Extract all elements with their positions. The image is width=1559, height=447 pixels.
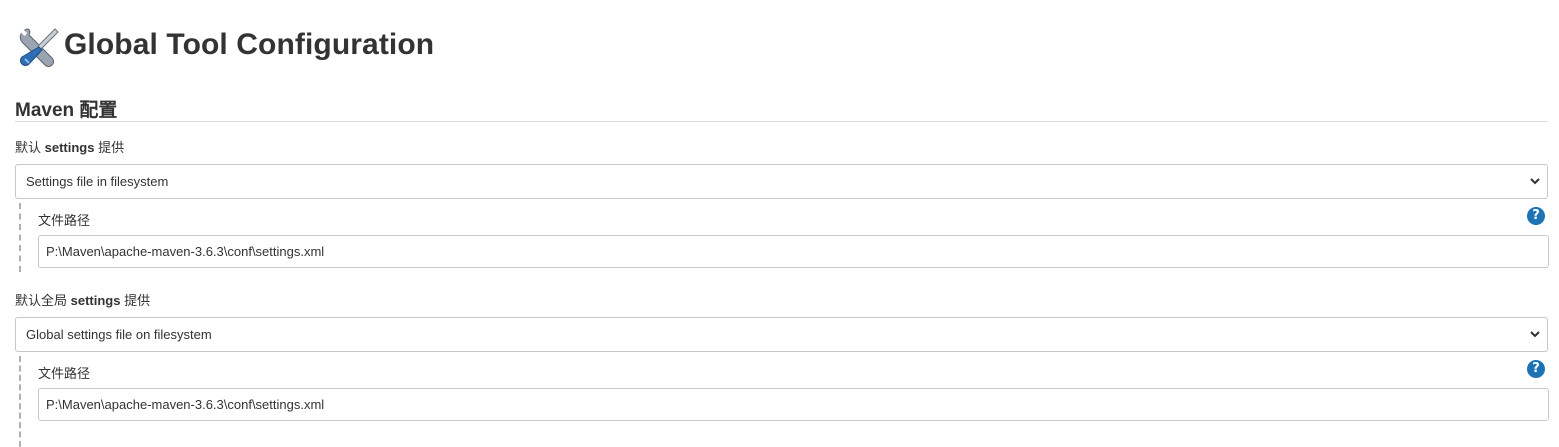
default-settings-selected-value: Settings file in filesystem <box>26 174 169 189</box>
global-settings-path-label: 文件路径 <box>38 366 91 381</box>
default-settings-path-input[interactable] <box>38 235 1549 268</box>
page-title: Global Tool Configuration <box>64 28 435 61</box>
default-settings-label: 默认 settings 提供 <box>15 140 125 155</box>
page-header: Global Tool Configuration <box>17 24 435 67</box>
section-title-maven: Maven 配置 <box>15 100 118 121</box>
global-settings-file-block: 文件路径 ? <box>19 356 1549 447</box>
chevron-down-icon <box>1530 331 1540 338</box>
page: Global Tool Configuration Maven 配置 默认 se… <box>0 0 1559 447</box>
chevron-down-icon <box>1530 178 1540 185</box>
tools-icon <box>19 28 59 67</box>
help-icon[interactable]: ? <box>1527 207 1545 225</box>
default-settings-select[interactable]: Settings file in filesystem <box>15 164 1548 199</box>
default-settings-file-block: 文件路径 ? <box>19 203 1549 272</box>
global-settings-label: 默认全局 settings 提供 <box>15 293 151 308</box>
global-settings-path-input[interactable] <box>38 388 1549 421</box>
section-divider <box>15 121 1548 122</box>
help-icon[interactable]: ? <box>1527 360 1545 378</box>
global-settings-select[interactable]: Global settings file on filesystem <box>15 317 1548 352</box>
default-settings-path-label: 文件路径 <box>38 213 91 228</box>
global-settings-selected-value: Global settings file on filesystem <box>26 327 212 342</box>
